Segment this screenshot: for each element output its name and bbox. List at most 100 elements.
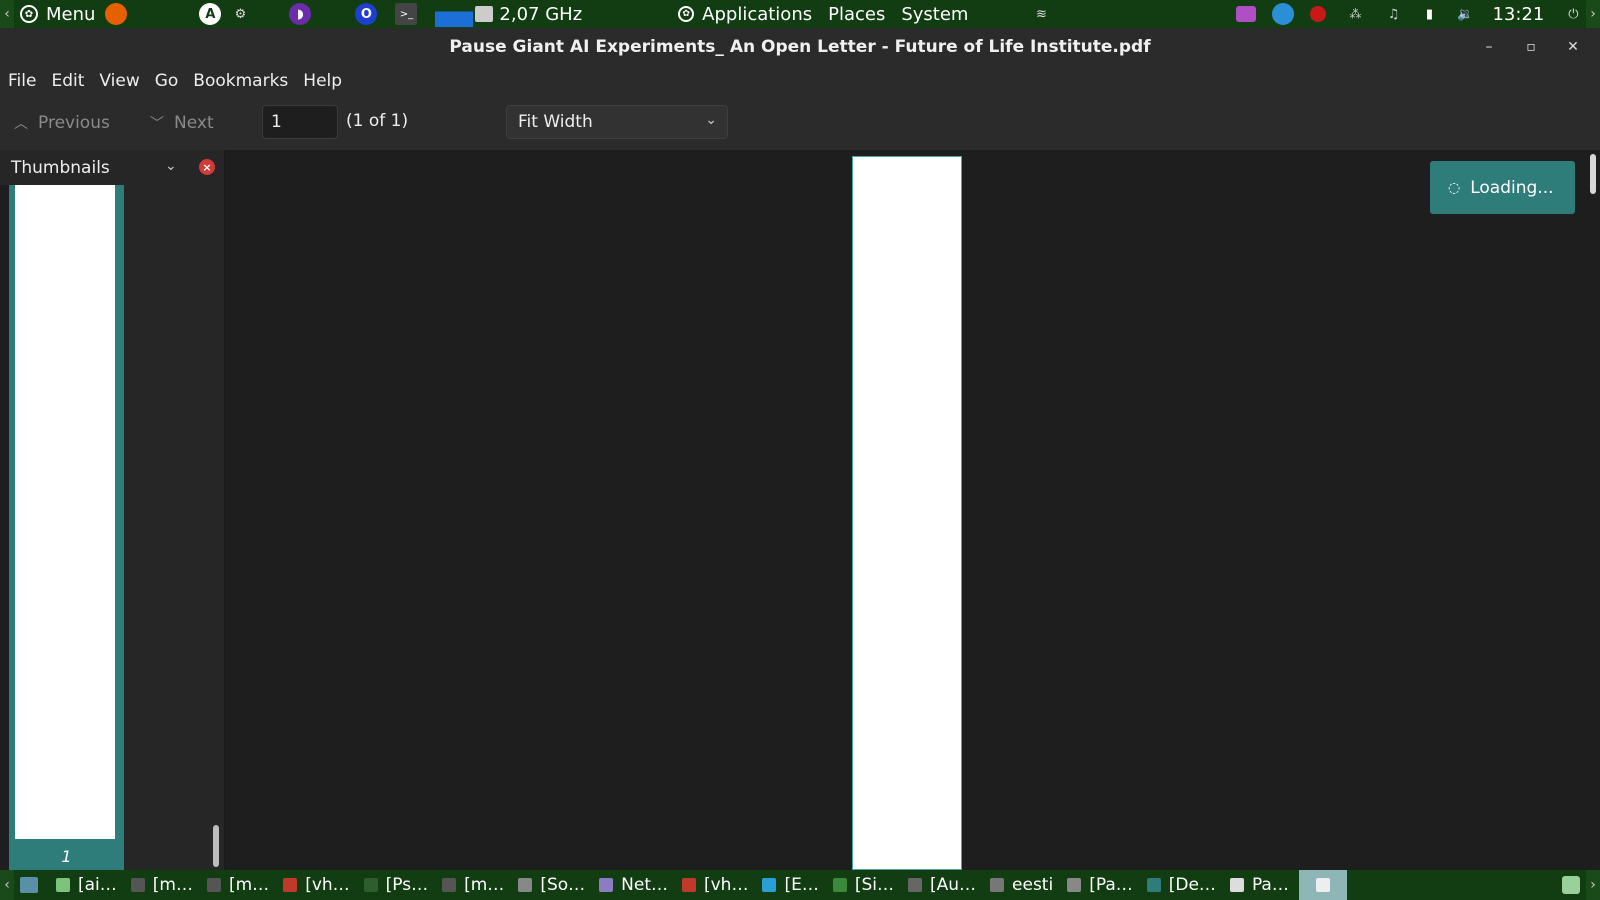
taskbar-item-label: [De…	[1168, 875, 1216, 895]
taskbar-item[interactable]: [De…	[1143, 870, 1220, 900]
taskbar-item-label: [m…	[464, 875, 505, 895]
previous-label: Previous	[38, 113, 110, 133]
taskbar-item-label: [Au…	[929, 875, 977, 895]
system-menu[interactable]: System	[901, 4, 968, 25]
taskbar-item[interactable]: [Ps…	[360, 870, 432, 900]
chevron-up-icon: ︿	[14, 116, 28, 132]
taskbar-item[interactable]: [m…	[127, 870, 197, 900]
next-label: Next	[174, 113, 214, 133]
chrome-icon[interactable]	[1272, 3, 1295, 25]
taskbar-item[interactable]: [E…	[758, 870, 822, 900]
taskbar-item-label: [Si…	[854, 875, 894, 895]
menu-view[interactable]: View	[99, 71, 139, 91]
close-window-icon[interactable]: ✕	[1562, 36, 1584, 58]
document-scrollbar[interactable]	[1590, 154, 1596, 194]
accessibility-icon[interactable]: A	[199, 3, 222, 25]
taskbar-item[interactable]: [So…	[514, 870, 589, 900]
taskbar-item[interactable]: Net…	[595, 870, 672, 900]
app-icon	[1146, 878, 1161, 892]
applications-icon: ✿	[678, 6, 695, 22]
app-icon	[442, 878, 457, 892]
firefox-icon[interactable]	[105, 3, 128, 25]
taskbar-scroll-left-icon[interactable]: ‹	[0, 870, 14, 900]
volume-icon[interactable]: 🔉	[1454, 3, 1476, 25]
settings-gears-icon[interactable]: ⚙	[229, 3, 251, 25]
taskbar-item[interactable]: eesti	[986, 870, 1057, 900]
taskbar-item-label: [Pa…	[1089, 875, 1133, 895]
app-icon	[832, 878, 847, 892]
taskbar-item-label: Net…	[621, 875, 668, 895]
taskbar-item-label: [ai…	[78, 875, 117, 895]
app-icon	[599, 878, 614, 892]
zoom-select[interactable]: Fit Width ⌄	[506, 105, 728, 139]
taskbar-item-label: Pa…	[1251, 875, 1289, 895]
terminal-icon[interactable]: >_	[395, 3, 418, 25]
opera-icon[interactable]: O	[355, 3, 378, 25]
battery-icon[interactable]: ▮	[1418, 3, 1440, 25]
taskbar-item[interactable]: [Pa…	[1063, 870, 1137, 900]
chevron-down-icon[interactable]: ⌄	[165, 158, 177, 174]
panel-scroll-right-icon[interactable]: ›	[1586, 0, 1600, 28]
wifi-icon[interactable]: ≋	[1030, 3, 1052, 25]
page-number-input[interactable]	[262, 105, 338, 139]
spinner-icon: ◌	[1448, 179, 1461, 196]
taskbar-item[interactable]: [Au…	[904, 870, 980, 900]
pdf-icon	[1315, 878, 1330, 892]
taskbar-active-window[interactable]	[1298, 870, 1347, 900]
menu-button[interactable]: ✿ Menu	[20, 0, 95, 28]
app-icon	[907, 878, 922, 892]
taskbar-item[interactable]: [ai…	[52, 870, 121, 900]
taskbar-scroll-right-icon[interactable]: ›	[1586, 870, 1600, 900]
recorder-icon[interactable]	[1310, 6, 1327, 22]
notification-icon[interactable]: ♫	[1382, 3, 1404, 25]
app-icon	[518, 878, 533, 892]
document-page[interactable]	[852, 156, 962, 870]
menu-help[interactable]: Help	[303, 71, 342, 91]
applications-menu[interactable]: Applications	[702, 4, 812, 25]
places-menu[interactable]: Places	[828, 4, 885, 25]
network-icon[interactable]: ⁂	[1344, 3, 1366, 25]
thumbnail-background	[124, 185, 212, 870]
app-icon	[130, 878, 145, 892]
taskbar-item-label: [vh…	[703, 875, 749, 895]
taskbar-item[interactable]: [Si…	[829, 870, 898, 900]
title-bar: Pause Giant AI Experiments_ An Open Lett…	[0, 28, 1600, 66]
app-icon	[56, 878, 70, 892]
trash-icon[interactable]	[1562, 876, 1580, 894]
minimize-icon[interactable]: –	[1478, 36, 1500, 58]
panel-scroll-left-icon[interactable]: ‹	[0, 0, 14, 28]
thumbnail-item[interactable]: 1	[9, 185, 124, 870]
loading-indicator: ◌ Loading...	[1430, 161, 1575, 214]
sidebar-scrollbar[interactable]	[213, 825, 219, 867]
taskbar-item[interactable]: [m…	[203, 870, 273, 900]
media-icon[interactable]	[1236, 6, 1257, 22]
thumbnail-list[interactable]: 1	[0, 185, 212, 870]
podcast-icon[interactable]: ◗	[289, 3, 312, 25]
menu-bookmarks[interactable]: Bookmarks	[193, 71, 288, 91]
taskbar-item[interactable]: [m…	[438, 870, 508, 900]
close-sidebar-icon[interactable]: ×	[199, 159, 215, 175]
menu-go[interactable]: Go	[155, 71, 179, 91]
mint-menu-icon: ✿	[20, 5, 38, 23]
window-title: Pause Giant AI Experiments_ An Open Lett…	[449, 37, 1151, 57]
menu-edit[interactable]: Edit	[51, 71, 84, 91]
maximize-icon[interactable]: ▫	[1520, 36, 1542, 58]
clock[interactable]: 13:21	[1492, 4, 1544, 25]
taskbar-item[interactable]: [vh…	[279, 870, 353, 900]
previous-button[interactable]: ︿ Previous	[6, 105, 118, 141]
menu-file[interactable]: File	[8, 71, 36, 91]
zoom-value: Fit Width	[518, 112, 593, 132]
toolbar: ︿ Previous ﹀ Next (1 of 1) Fit Width ⌄	[0, 96, 1600, 150]
taskbar-item[interactable]: [vh…	[678, 870, 752, 900]
sidebar-header[interactable]: Thumbnails ⌄ ×	[0, 150, 224, 185]
taskbar-item-label: [m…	[228, 875, 270, 895]
taskbar-item-label: [So…	[540, 875, 586, 895]
power-icon[interactable]: ⏻	[1562, 3, 1584, 25]
app-icon	[1067, 878, 1082, 892]
show-desktop-icon[interactable]	[20, 877, 38, 893]
app-icon	[990, 878, 1005, 892]
taskbar-item[interactable]: Pa…	[1226, 870, 1293, 900]
thumbnail-page[interactable]	[15, 185, 115, 839]
next-button[interactable]: ﹀ Next	[142, 105, 222, 141]
document-view[interactable]: ◌ Loading...	[226, 150, 1600, 870]
